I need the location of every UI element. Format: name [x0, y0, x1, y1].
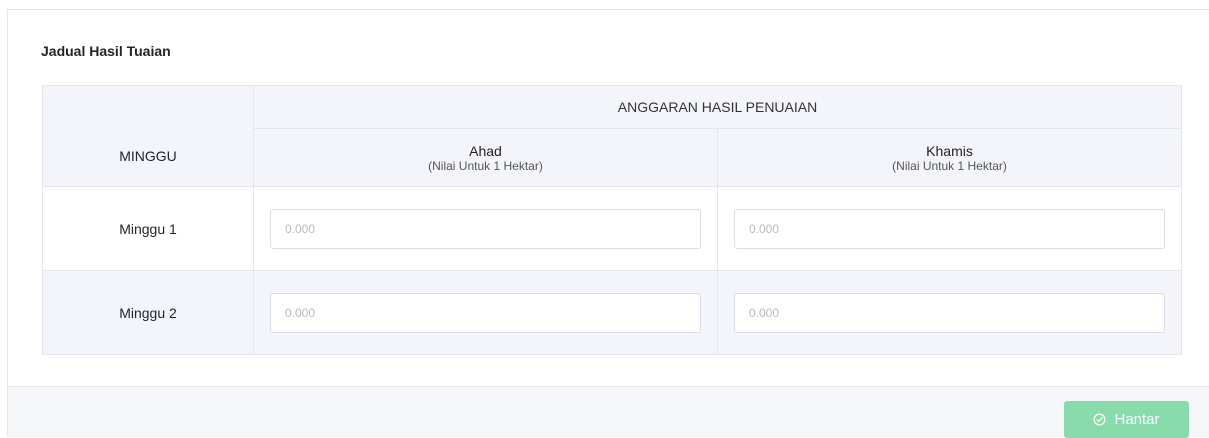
week-1-ahad-input[interactable]	[270, 208, 701, 249]
submit-button[interactable]: Hantar	[1064, 401, 1189, 438]
input-cell	[716, 186, 1183, 271]
group-header-label: ANGGARAN HASIL PENUAIAN	[617, 99, 818, 115]
week-label: Minggu 2	[42, 270, 254, 355]
check-circle-icon	[1093, 413, 1106, 426]
card-footer: Hantar	[8, 386, 1209, 438]
group-header: ANGGARAN HASIL PENUAIAN	[252, 85, 1183, 129]
week-column-header-label: MINGGU	[119, 148, 177, 164]
week-column-header: MINGGU	[42, 85, 254, 187]
week-1-khamis-input[interactable]	[734, 208, 1166, 249]
week-2-khamis-input[interactable]	[734, 292, 1166, 333]
harvest-card: Jadual Hasil Tuaian MINGGU ANGGARAN HASI…	[7, 9, 1209, 438]
day-name: Khamis	[926, 142, 973, 159]
day-header-khamis: Khamis (Nilai Untuk 1 Hektar)	[716, 128, 1183, 187]
harvest-schedule-table: MINGGU ANGGARAN HASIL PENUAIAN Ahad (Nil…	[42, 85, 1183, 355]
week-label: Minggu 1	[42, 186, 254, 271]
card-title: Jadual Hasil Tuaian	[41, 43, 171, 59]
table-row: Minggu 1	[42, 186, 1183, 271]
input-cell	[716, 270, 1183, 355]
week-2-ahad-input[interactable]	[270, 292, 701, 333]
input-cell	[253, 186, 718, 271]
day-note: (Nilai Untuk 1 Hektar)	[892, 158, 1007, 173]
day-header-ahad: Ahad (Nilai Untuk 1 Hektar)	[253, 128, 718, 187]
day-name: Ahad	[469, 142, 502, 159]
submit-button-label: Hantar	[1114, 411, 1160, 428]
table-row: Minggu 2	[42, 270, 1183, 355]
input-cell	[253, 270, 718, 355]
day-note: (Nilai Untuk 1 Hektar)	[428, 158, 543, 173]
